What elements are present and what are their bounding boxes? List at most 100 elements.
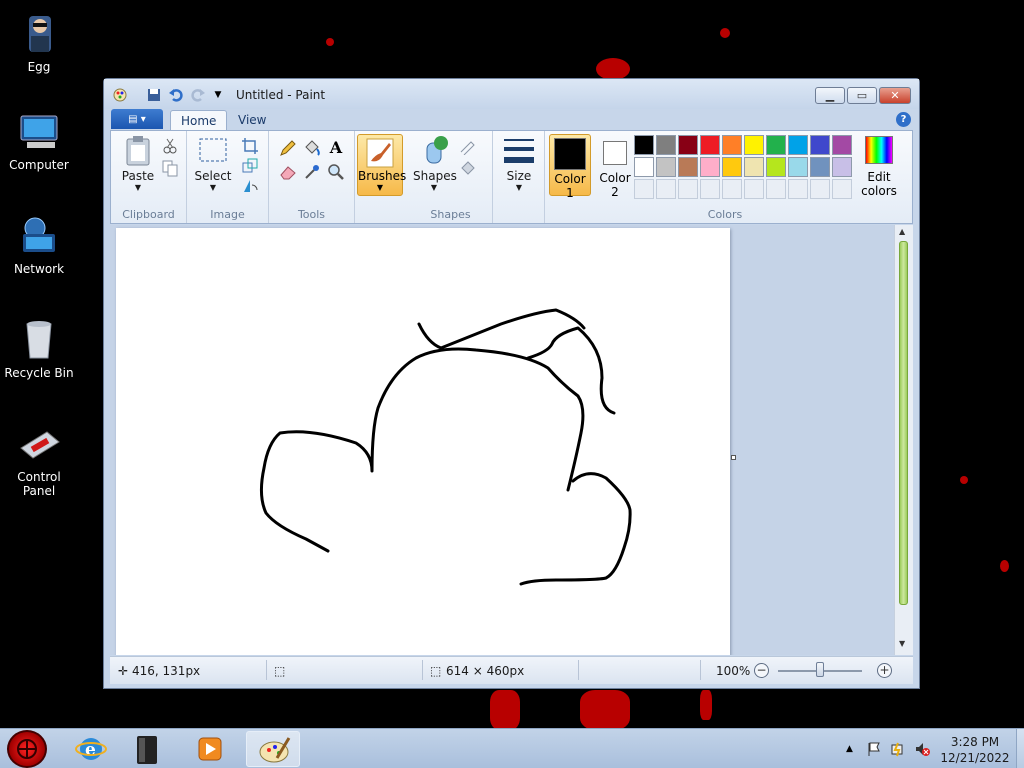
volume-muted-icon[interactable] [914, 741, 930, 757]
brushes-label: Brushes [358, 169, 407, 183]
copy-icon[interactable] [161, 159, 179, 177]
minimize-button[interactable]: ▁ [815, 87, 845, 104]
palette-swatch[interactable] [656, 157, 676, 177]
custom-color-slot[interactable] [788, 179, 808, 199]
palette-swatch[interactable] [832, 135, 852, 155]
palette-swatch[interactable] [722, 135, 742, 155]
wallpaper-splat [960, 476, 968, 484]
scrollbar-thumb[interactable] [899, 241, 908, 605]
custom-color-slot[interactable] [832, 179, 852, 199]
rotate-icon[interactable] [241, 177, 259, 195]
palette-swatch[interactable] [766, 157, 786, 177]
desktop-icon-network[interactable]: Network [2, 214, 76, 276]
show-desktop-button[interactable] [1016, 729, 1024, 768]
title-bar[interactable]: ▼ Untitled - Paint ▁ ▭ ✕ [104, 79, 919, 109]
palette-swatch[interactable] [766, 135, 786, 155]
zoom-slider-thumb[interactable] [816, 662, 824, 677]
palette-swatch[interactable] [832, 157, 852, 177]
maximize-icon: ▭ [856, 89, 868, 102]
cut-icon[interactable] [161, 137, 179, 155]
desktop-icon-egg[interactable]: Egg [2, 12, 76, 74]
canvas-resize-handle[interactable] [731, 455, 736, 460]
help-icon[interactable]: ? [896, 112, 911, 127]
palette-swatch[interactable] [656, 135, 676, 155]
system-clock[interactable]: 3:28 PM 12/21/2022 [940, 734, 1010, 766]
palette-swatch[interactable] [788, 135, 808, 155]
taskbar-media-player[interactable] [182, 731, 236, 767]
fill-bucket-icon[interactable] [303, 139, 321, 157]
palette-swatch[interactable] [810, 157, 830, 177]
paint-app-icon[interactable] [112, 87, 128, 103]
maximize-button[interactable]: ▭ [847, 87, 877, 104]
save-icon[interactable] [146, 87, 162, 103]
control-panel-icon [17, 422, 61, 466]
color-2-number: 2 [611, 185, 619, 199]
palette-swatch[interactable] [678, 157, 698, 177]
custom-color-slot[interactable] [678, 179, 698, 199]
palette-swatch[interactable] [744, 157, 764, 177]
desktop-icon-computer[interactable]: Computer [2, 110, 76, 172]
color-1-button[interactable]: Color 1 [549, 134, 591, 200]
scroll-down-icon[interactable]: ▼ [899, 639, 905, 648]
palette-swatch[interactable] [700, 157, 720, 177]
palette-swatch[interactable] [722, 157, 742, 177]
crop-icon[interactable] [241, 137, 259, 155]
text-tool-icon[interactable]: A [327, 139, 345, 157]
edit-colors-button[interactable]: Edit colors [857, 134, 901, 198]
custom-color-slot[interactable] [656, 179, 676, 199]
desktop-icon-recycle-bin[interactable]: Recycle Bin [2, 318, 76, 380]
close-button[interactable]: ✕ [879, 87, 911, 104]
vertical-scrollbar[interactable]: ▲ ▼ [894, 225, 913, 655]
customize-quick-access-icon[interactable]: ▼ [210, 87, 226, 103]
paste-button[interactable]: Paste ▼ [117, 135, 159, 192]
palette-swatch[interactable] [788, 157, 808, 177]
drawing-strokes [259, 308, 632, 586]
tab-home[interactable]: Home [170, 110, 228, 131]
zoom-in-button[interactable]: + [877, 663, 892, 678]
palette-swatch[interactable] [634, 135, 654, 155]
palette-swatch[interactable] [700, 135, 720, 155]
palette-swatch[interactable] [634, 157, 654, 177]
custom-color-slot[interactable] [810, 179, 830, 199]
color-picker-icon[interactable] [303, 163, 321, 181]
power-icon[interactable] [890, 741, 906, 757]
colors-group: Color 1 Color 2 Edit colors Colors [545, 131, 905, 223]
brushes-button[interactable]: Brushes ▼ [357, 134, 407, 196]
custom-color-slot[interactable] [766, 179, 786, 199]
drawing-canvas[interactable] [116, 228, 730, 655]
custom-color-slot[interactable] [722, 179, 742, 199]
undo-icon[interactable] [168, 87, 184, 103]
resize-icon[interactable] [241, 157, 259, 175]
action-center-flag-icon[interactable] [866, 741, 882, 757]
outline-icon[interactable] [459, 137, 477, 156]
fill-icon[interactable] [459, 159, 477, 177]
custom-color-slot[interactable] [634, 179, 654, 199]
desktop-icon-control-panel[interactable]: Control Panel [2, 422, 76, 498]
pencil-icon[interactable] [279, 139, 297, 157]
start-button[interactable] [7, 730, 47, 768]
taskbar-media-center[interactable] [122, 731, 176, 767]
palette-swatch[interactable] [810, 135, 830, 155]
magnifier-icon[interactable] [327, 163, 345, 181]
zoom-out-button[interactable]: − [754, 663, 769, 678]
select-button[interactable]: Select ▼ [192, 135, 234, 192]
palette-swatch[interactable] [678, 135, 698, 155]
custom-color-slot[interactable] [744, 179, 764, 199]
custom-color-slot[interactable] [700, 179, 720, 199]
eraser-icon[interactable] [279, 163, 297, 181]
show-hidden-icons[interactable]: ▲ [846, 741, 862, 757]
status-separator [422, 660, 423, 680]
taskbar-paint[interactable] [246, 731, 300, 767]
color-2-button[interactable]: Color 2 [595, 134, 635, 199]
scroll-up-icon[interactable]: ▲ [899, 227, 905, 236]
palette-swatch[interactable] [744, 135, 764, 155]
tab-view[interactable]: View [228, 110, 276, 131]
ribbon: Paste ▼ Clipboard Select ▼ Image A Tools… [110, 130, 913, 224]
cursor-position: 416, 131px [132, 664, 201, 678]
paint-menu-button[interactable]: ▤ ▾ [111, 109, 163, 129]
size-button[interactable]: Size ▼ [498, 135, 540, 192]
taskbar-internet-explorer[interactable]: e [64, 731, 118, 767]
internet-explorer-icon: e [75, 738, 107, 760]
shapes-button[interactable]: Shapes ▼ [413, 135, 457, 192]
redo-icon[interactable] [190, 87, 206, 103]
